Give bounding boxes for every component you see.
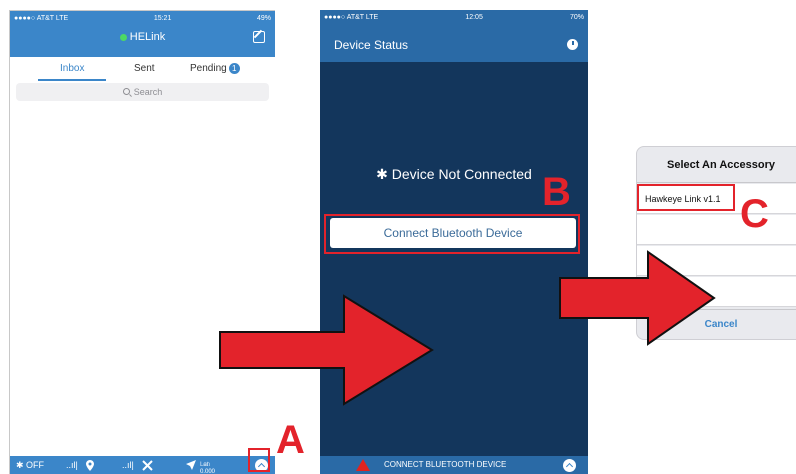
- tab-pending[interactable]: Pending 1: [190, 63, 240, 74]
- dialog-title: Select An Accessory: [637, 147, 796, 183]
- pending-count-badge: 1: [228, 63, 240, 74]
- navigation-header: ●●●●○ AT&T LTE 15:21 49% HELink: [10, 11, 275, 57]
- satellite-signal-icon: ..ıl|: [122, 460, 134, 470]
- compose-icon[interactable]: [253, 31, 265, 43]
- accessory-item-empty[interactable]: [637, 215, 796, 245]
- carrier-label: ●●●●○ AT&T LTE: [324, 13, 379, 21]
- status-bar: ●●●●○ AT&T LTE 12:05 70%: [324, 12, 584, 22]
- tab-inbox[interactable]: Inbox: [37, 63, 108, 81]
- satellite-icon: [142, 460, 153, 471]
- arrow-to-accessory-dialog-icon: [559, 250, 716, 346]
- tab-pending-label: Pending: [190, 63, 227, 74]
- warning-icon: [356, 459, 370, 471]
- message-tabs: Inbox Sent Pending 1: [10, 59, 275, 85]
- status-footer: ✱ OFF ..ıl| ..ıl| Lat 0.000 Lon 0.000: [10, 456, 275, 474]
- signal-bars-icon: ..ıl|: [66, 460, 78, 470]
- connection-dot-icon: [119, 34, 127, 41]
- search-icon: [122, 88, 130, 95]
- annotation-label-b: B: [542, 170, 571, 214]
- clock-label: 15:21: [153, 14, 172, 22]
- status-bar: ●●●●○ AT&T LTE 15:21 49%: [14, 13, 271, 23]
- device-status-header: ●●●●○ AT&T LTE 12:05 70% Device Status: [320, 10, 588, 62]
- connection-status-text: Device Not Connected: [391, 166, 532, 182]
- power-icon[interactable]: [567, 39, 578, 50]
- device-footer[interactable]: CONNECT BLUETOOTH DEVICE: [320, 456, 588, 474]
- search-input[interactable]: Search: [16, 83, 269, 101]
- expand-footer-button[interactable]: [563, 459, 576, 472]
- highlight-box-b: [324, 214, 580, 254]
- app-title-text: HELink: [129, 31, 166, 43]
- battery-label: 49%: [256, 14, 271, 22]
- carrier-label: ●●●●○ AT&T LTE: [14, 14, 69, 22]
- highlight-box-a: [248, 448, 270, 472]
- bluetooth-icon: ✱: [376, 166, 392, 182]
- footer-connect-label: CONNECT BLUETOOTH DEVICE: [384, 460, 507, 469]
- battery-label: 70%: [569, 13, 584, 21]
- annotation-label-c: C: [740, 192, 769, 236]
- tab-sent[interactable]: Sent: [134, 63, 155, 74]
- highlight-box-c: [637, 184, 735, 211]
- app-title: HELink: [10, 31, 275, 43]
- arrow-to-device-status-icon: [219, 294, 434, 406]
- longitude-label: Lon 0.000: [200, 462, 216, 474]
- clock-label: 12:05: [465, 13, 483, 21]
- bluetooth-status: ✱ OFF: [16, 460, 45, 470]
- page-title: Device Status: [334, 38, 409, 52]
- gps-arrow-icon: [186, 460, 196, 470]
- search-placeholder: Search: [133, 87, 163, 97]
- location-pin-icon: [86, 460, 94, 471]
- annotation-label-a: A: [276, 418, 305, 462]
